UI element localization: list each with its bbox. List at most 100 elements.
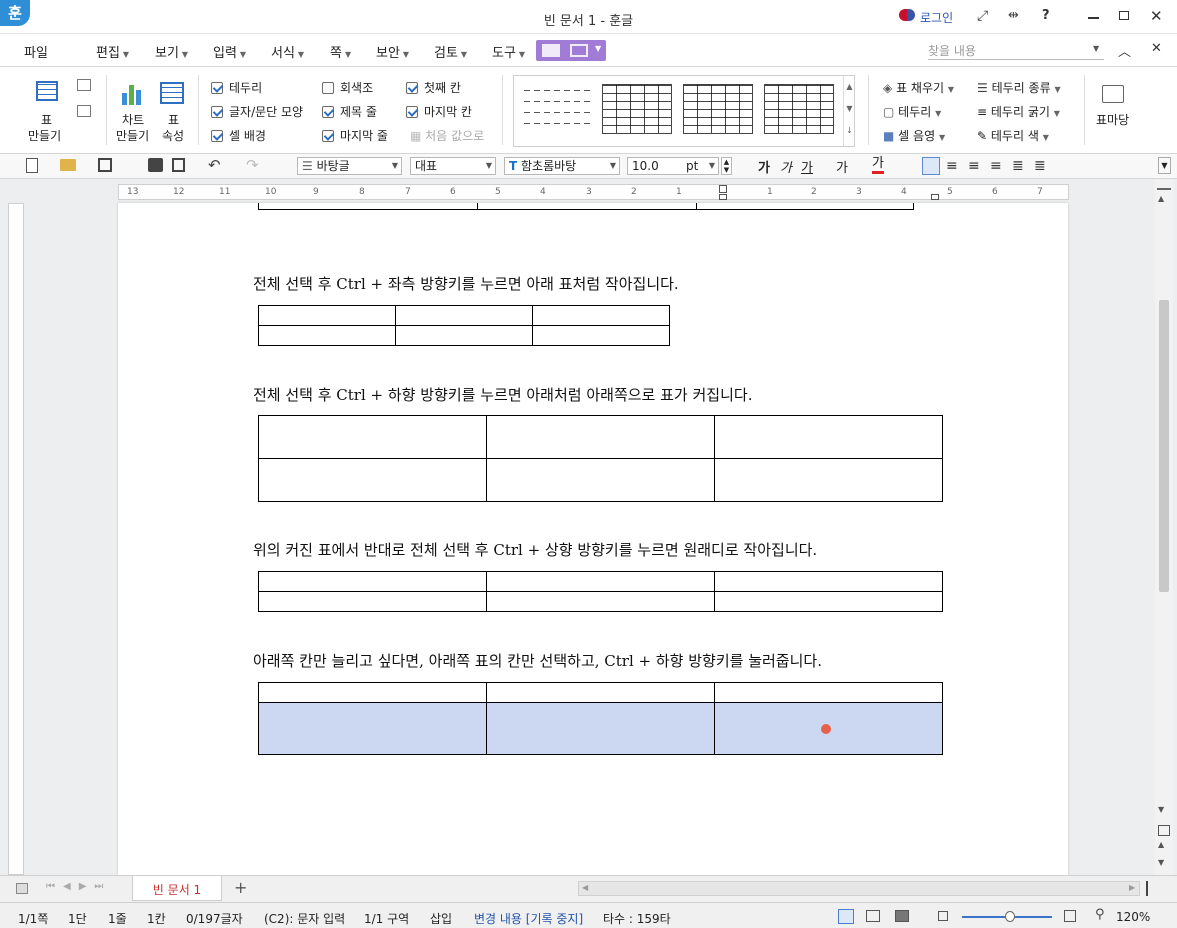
border-button[interactable]: ▢ 테두리 ▼ (883, 103, 941, 120)
toolbar-more-icon[interactable]: ▼ (1158, 157, 1171, 174)
lang-select[interactable]: 대표 ▼ (410, 157, 496, 175)
style-thumb-1[interactable] (524, 88, 590, 134)
align-right-button[interactable]: ≡ (990, 158, 1002, 174)
scroll-down-icon[interactable]: ▼ (1158, 805, 1164, 814)
check-grayscale[interactable]: 회색조 (322, 79, 373, 96)
check-last-col[interactable]: 마지막 칸 (406, 103, 472, 120)
partial-table[interactable] (258, 682, 943, 755)
zoom-slider-thumb[interactable] (1005, 911, 1015, 922)
table-context-tab[interactable]: ▼ (536, 40, 606, 61)
wide-view-icon[interactable] (866, 910, 880, 922)
check-border[interactable]: 테두리 (211, 79, 262, 96)
font-color-button[interactable]: 가 (872, 157, 884, 174)
table-fill-button[interactable]: ◈ 표 채우기 ▼ (883, 79, 954, 96)
open-folder-icon[interactable] (60, 159, 76, 171)
account-icon[interactable] (899, 9, 915, 21)
fullscreen-icon[interactable]: ⤢ (977, 8, 988, 24)
new-doc-icon[interactable] (26, 158, 38, 173)
tab-nav-icons[interactable]: ⏮◀▶⏭ (46, 881, 111, 892)
table-create-line1[interactable]: 표 (41, 111, 52, 128)
paragraph-4[interactable]: 아래쪽 칸만 늘리고 싶다면, 아래쪽 표의 칸만 선택하고, Ctrl + 하… (253, 650, 822, 671)
prev-page-icon[interactable]: ▲ (1158, 840, 1164, 849)
page-view-icon[interactable] (1158, 825, 1170, 836)
doc-tab[interactable]: 빈 문서 1 (132, 876, 222, 901)
align-center-button[interactable]: ≡ (968, 158, 980, 174)
font-size-input[interactable]: 10.0 pt ▼ (627, 157, 719, 175)
maximize-button[interactable] (1119, 11, 1129, 20)
font-select[interactable]: T 함초롬바탕 ▼ (504, 157, 620, 175)
close-doc-icon[interactable]: ✕ (1151, 41, 1162, 56)
check-char-para[interactable]: 글자/문단 모양 (211, 103, 303, 120)
hsplit-handle[interactable] (1146, 881, 1154, 896)
menu-insert[interactable]: 입력 ▼ (213, 42, 246, 61)
vertical-ruler[interactable] (8, 203, 24, 875)
login-link[interactable]: 로그인 (920, 9, 953, 26)
table-gallery-icon[interactable] (1102, 85, 1124, 103)
memo-icon[interactable] (16, 883, 28, 894)
split-icon[interactable]: ⇹ (1008, 8, 1019, 23)
border-width-button[interactable]: ≡ 테두리 굵기 ▼ (977, 103, 1060, 120)
chart-icon[interactable] (122, 85, 146, 105)
border-type-button[interactable]: ☰ 테두리 종류 ▼ (977, 79, 1061, 96)
find-dropdown-icon[interactable]: ▼ (1093, 44, 1099, 53)
help-icon[interactable]: ? (1042, 8, 1050, 23)
reset-style-button[interactable]: ▦ 처음 값으로 (410, 127, 484, 144)
preview-icon[interactable] (172, 158, 185, 172)
italic-button[interactable]: 가 (780, 157, 792, 176)
table-props-line1[interactable]: 표 (168, 111, 179, 128)
find-input[interactable]: 찾을 내용 (928, 40, 1104, 60)
indent-marker[interactable] (719, 185, 727, 193)
font-size-stepper[interactable]: ▲ ▼ (721, 157, 732, 175)
table-props-line2[interactable]: 속성 (162, 127, 184, 144)
restored-table[interactable] (258, 571, 943, 612)
check-header-row[interactable]: 제목 줄 (322, 103, 377, 120)
scroll-up-icon[interactable]: ▲ (1158, 194, 1164, 203)
align-split-button[interactable]: ≣ (1034, 158, 1046, 174)
menu-view[interactable]: 보기 ▼ (155, 42, 188, 61)
style-thumb-2[interactable] (602, 84, 672, 134)
table-create-icon[interactable] (36, 81, 58, 101)
strike-button[interactable]: 가 (836, 157, 848, 176)
check-last-row[interactable]: 마지막 줄 (322, 127, 388, 144)
chart-create-line1[interactable]: 차트 (122, 111, 144, 128)
enlarged-table[interactable] (258, 415, 943, 502)
align-justify-button[interactable] (922, 157, 940, 175)
status-track-changes[interactable]: 변경 내용 [기록 중지] (474, 910, 583, 927)
magnifier-icon[interactable]: ⚲ (1095, 907, 1105, 922)
horizontal-ruler[interactable]: 13 12 11 10 9 8 7 6 5 4 3 2 1 1 2 3 4 5 … (118, 184, 1069, 200)
zoom-out-icon[interactable] (938, 911, 948, 921)
style-thumb-3[interactable] (683, 84, 753, 134)
menu-file[interactable]: 파일 (24, 42, 48, 61)
underline-button[interactable]: 가 (801, 157, 813, 176)
paragraph-3[interactable]: 위의 커진 표에서 반대로 전체 선택 후 Ctrl + 상향 방향키를 누르면… (253, 539, 817, 560)
table-create-line2[interactable]: 만들기 (28, 127, 61, 144)
collapse-ribbon-icon[interactable]: ︿ (1118, 41, 1131, 60)
status-page[interactable]: 1/1쪽 (18, 910, 48, 927)
add-tab-button[interactable]: + (234, 878, 247, 897)
table-erase-icon[interactable] (77, 105, 91, 117)
paragraph-1[interactable]: 전체 선택 후 Ctrl + 좌측 방향키를 누르면 아래 표처럼 작아집니다. (253, 273, 679, 294)
zoom-in-icon[interactable] (1064, 910, 1076, 922)
minimize-button[interactable] (1088, 17, 1099, 19)
cell-shade-button[interactable]: ■ 셀 음영 ▼ (883, 127, 945, 144)
menu-format[interactable]: 서식 ▼ (271, 42, 304, 61)
page-view-mode-icon[interactable] (895, 910, 909, 922)
undo-icon[interactable]: ↶ (208, 156, 221, 174)
check-first-col[interactable]: 첫째 칸 (406, 79, 461, 96)
style-thumb-4[interactable] (764, 84, 834, 134)
normal-view-icon[interactable] (838, 909, 854, 924)
paragraph-2[interactable]: 전체 선택 후 Ctrl + 하향 방향키를 누르면 아래처럼 아래쪽으로 표가… (253, 384, 752, 405)
gallery-scroll[interactable]: ▲ ▼ ↓ (843, 76, 855, 146)
close-button[interactable]: ✕ (1150, 7, 1163, 25)
redo-icon[interactable]: ↷ (246, 156, 259, 174)
menu-review[interactable]: 검토 ▼ (434, 42, 467, 61)
scroll-thumb[interactable] (1159, 300, 1169, 592)
left-margin-marker[interactable] (719, 194, 727, 200)
border-color-button[interactable]: ✎ 테두리 색 ▼ (977, 127, 1049, 144)
table-gallery-label[interactable]: 표마당 (1096, 111, 1129, 128)
status-zoom[interactable]: 120% (1116, 910, 1150, 924)
table-draw-icon[interactable] (77, 79, 91, 91)
align-distribute-button[interactable]: ≣ (1012, 158, 1024, 174)
horizontal-scrollbar[interactable]: ◀ ▶ (578, 881, 1140, 896)
check-cell-bg[interactable]: 셀 배경 (211, 127, 266, 144)
